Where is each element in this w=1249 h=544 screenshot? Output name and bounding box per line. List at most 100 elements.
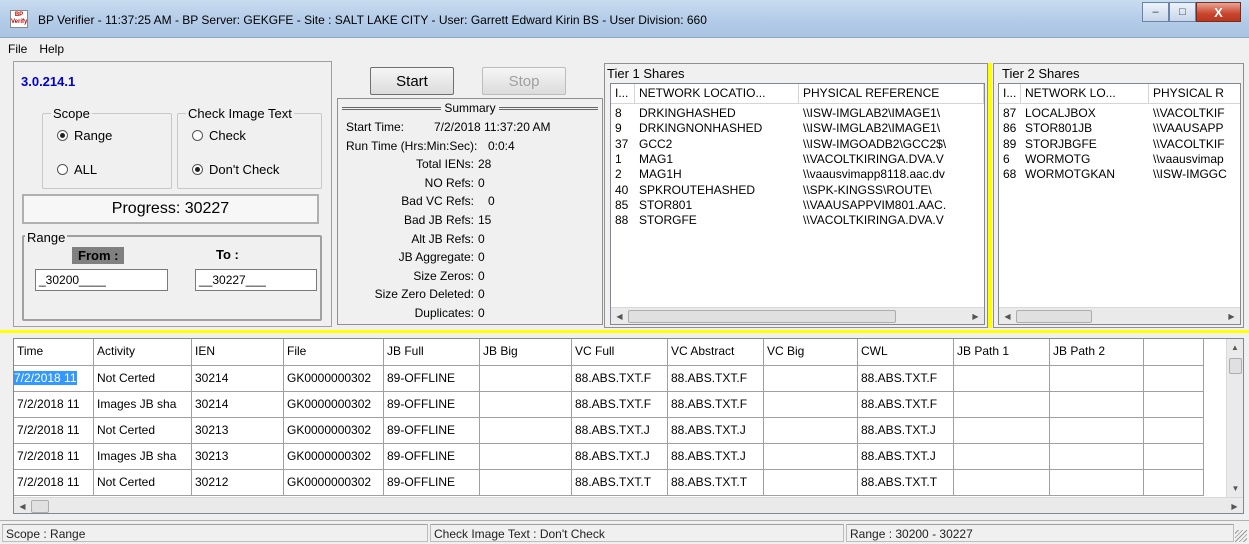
results-grid[interactable]: Time Activity IEN File JB Full JB Big VC Full V… xyxy=(13,338,1244,514)
results-cell[interactable] xyxy=(1144,418,1204,444)
results-hscrollbar[interactable]: ◀ ▶ xyxy=(14,497,1243,514)
menu-help[interactable]: Help xyxy=(39,42,64,56)
results-cell[interactable]: Images JB sha xyxy=(94,392,192,418)
scroll-thumb[interactable] xyxy=(1229,358,1242,374)
results-cell[interactable] xyxy=(764,444,858,470)
tier1-row[interactable]: 85 STOR801 \\VAAUSAPPVIM801.AAC. xyxy=(611,198,984,213)
results-col-header[interactable]: JB Path 2 xyxy=(1050,339,1144,366)
results-cell[interactable]: Images JB sha xyxy=(94,444,192,470)
results-cell[interactable] xyxy=(764,366,858,392)
results-cell[interactable]: Not Certed xyxy=(94,366,192,392)
results-cell[interactable] xyxy=(1050,418,1144,444)
results-cell[interactable]: 89-OFFLINE xyxy=(384,392,480,418)
tier2-row[interactable]: 86 STOR801JB \\VAAUSAPP xyxy=(999,121,1240,136)
results-cell[interactable]: 88.ABS.TXT.T xyxy=(668,470,764,496)
menu-file[interactable]: File xyxy=(8,42,27,56)
tier2-col-physical[interactable]: PHYSICAL R xyxy=(1149,84,1240,104)
results-cell[interactable]: 88.ABS.TXT.F xyxy=(572,392,668,418)
tier1-row[interactable]: 40 SPKROUTEHASHED \\SPK-KINGSS\ROUTE\ xyxy=(611,183,984,198)
tier2-hscrollbar[interactable]: ◀ ▶ xyxy=(999,307,1240,324)
tier1-row[interactable]: 1 MAG1 \\VACOLTKIRINGA.DVA.V xyxy=(611,152,984,167)
tier2-col-id[interactable]: I... xyxy=(999,84,1021,104)
tier2-row[interactable]: 6 WORMOTG \\vaausvimap xyxy=(999,152,1240,167)
to-input[interactable]: __30227___ xyxy=(195,269,317,291)
results-cell[interactable]: 7/2/2018 11 xyxy=(14,366,94,392)
tier1-grid[interactable]: I... NETWORK LOCATIO... PHYSICAL REFEREN… xyxy=(610,83,985,325)
results-cell[interactable]: 88.ABS.TXT.F xyxy=(668,392,764,418)
results-cell[interactable] xyxy=(1050,444,1144,470)
scope-all-radio[interactable]: ALL xyxy=(57,162,97,177)
scroll-left-icon[interactable]: ◀ xyxy=(14,498,31,514)
results-cell[interactable]: 88.ABS.TXT.J xyxy=(572,418,668,444)
results-cell[interactable]: 30213 xyxy=(192,444,284,470)
minimize-button[interactable]: – xyxy=(1142,2,1169,22)
results-cell[interactable] xyxy=(480,444,572,470)
results-cell[interactable]: 30214 xyxy=(192,366,284,392)
results-cell[interactable] xyxy=(1050,470,1144,496)
results-col-header[interactable]: VC Full xyxy=(572,339,668,366)
scroll-right-icon[interactable]: ▶ xyxy=(967,308,984,325)
tier2-row[interactable]: 89 STORJBGFE \\VACOLTKIF xyxy=(999,137,1240,152)
results-cell[interactable]: GK0000000302 xyxy=(284,392,384,418)
results-col-header[interactable]: Time xyxy=(14,339,94,366)
results-col-header[interactable]: JB Big xyxy=(480,339,572,366)
scroll-left-icon[interactable]: ◀ xyxy=(999,308,1016,325)
results-cell[interactable] xyxy=(1050,392,1144,418)
scroll-thumb[interactable] xyxy=(628,310,896,323)
results-cell[interactable] xyxy=(764,418,858,444)
close-button[interactable]: X xyxy=(1196,2,1241,22)
scroll-thumb[interactable] xyxy=(1016,310,1092,323)
tier1-row[interactable]: 2 MAG1H \\vaausvimapp8118.aac.dv xyxy=(611,167,984,182)
results-col-header[interactable]: JB Path 1 xyxy=(954,339,1050,366)
check-radio[interactable]: Check xyxy=(192,128,246,143)
results-cell[interactable] xyxy=(764,470,858,496)
results-cell[interactable]: 88.ABS.TXT.T xyxy=(858,470,954,496)
results-cell[interactable]: 30214 xyxy=(192,392,284,418)
results-cell[interactable]: 88.ABS.TXT.J xyxy=(858,444,954,470)
results-cell[interactable] xyxy=(1144,444,1204,470)
tier1-col-physical[interactable]: PHYSICAL REFERENCE xyxy=(799,84,984,104)
scroll-right-icon[interactable]: ▶ xyxy=(1226,498,1243,514)
results-cell[interactable] xyxy=(1144,392,1204,418)
results-row[interactable]: 7/2/2018 11 Not Certed 30213 GK0000000302 89… xyxy=(14,418,1204,444)
results-row[interactable]: 7/2/2018 11 Images JB sha 30213 GK000000030… xyxy=(14,444,1204,470)
results-cell[interactable] xyxy=(480,418,572,444)
results-cell[interactable] xyxy=(954,444,1050,470)
scroll-left-icon[interactable]: ◀ xyxy=(611,308,628,325)
results-cell[interactable] xyxy=(764,392,858,418)
results-col-header[interactable]: VC Abstract xyxy=(668,339,764,366)
results-cell[interactable]: GK0000000302 xyxy=(284,444,384,470)
results-cell[interactable]: 88.ABS.TXT.J xyxy=(668,418,764,444)
results-col-header[interactable]: VC Big xyxy=(764,339,858,366)
vertical-splitter[interactable] xyxy=(988,63,992,328)
results-cell[interactable]: 88.ABS.TXT.F xyxy=(668,366,764,392)
results-cell[interactable] xyxy=(954,392,1050,418)
results-cell[interactable]: 30212 xyxy=(192,470,284,496)
results-cell[interactable]: Not Certed xyxy=(94,470,192,496)
results-cell[interactable]: 88.ABS.TXT.F xyxy=(858,366,954,392)
scroll-right-icon[interactable]: ▶ xyxy=(1223,308,1240,325)
scroll-up-icon[interactable]: ▲ xyxy=(1227,339,1243,356)
results-cell[interactable]: 7/2/2018 11 xyxy=(14,392,94,418)
scope-range-radio[interactable]: Range xyxy=(57,128,112,143)
results-row[interactable]: 7/2/2018 11 Not Certed 30212 GK0000000302 89… xyxy=(14,470,1204,496)
results-cell[interactable]: 89-OFFLINE xyxy=(384,418,480,444)
tier1-row[interactable]: 8 DRKINGHASHED \\ISW-IMGLAB2\IMAGE1\ xyxy=(611,106,984,121)
horizontal-splitter[interactable] xyxy=(0,330,1249,333)
results-cell[interactable]: 30213 xyxy=(192,418,284,444)
results-cell[interactable]: 89-OFFLINE xyxy=(384,444,480,470)
resize-grip-icon[interactable] xyxy=(1235,530,1247,542)
results-col-header[interactable] xyxy=(1144,339,1204,366)
results-cell[interactable] xyxy=(480,366,572,392)
results-cell[interactable] xyxy=(1050,366,1144,392)
dont-check-radio[interactable]: Don't Check xyxy=(192,162,279,177)
tier1-row[interactable]: 9 DRKINGNONHASHED \\ISW-IMGLAB2\IMAGE1\ xyxy=(611,121,984,136)
scroll-down-icon[interactable]: ▼ xyxy=(1227,480,1243,497)
tier1-row[interactable]: 88 STORGFE \\VACOLTKIRINGA.DVA.V xyxy=(611,213,984,228)
results-cell[interactable]: 7/2/2018 11 xyxy=(14,418,94,444)
results-cell[interactable]: GK0000000302 xyxy=(284,418,384,444)
results-cell[interactable]: 88.ABS.TXT.J xyxy=(858,418,954,444)
tier1-col-network[interactable]: NETWORK LOCATIO... xyxy=(635,84,799,104)
results-cell[interactable]: 89-OFFLINE xyxy=(384,470,480,496)
maximize-button[interactable]: □ xyxy=(1169,2,1196,22)
